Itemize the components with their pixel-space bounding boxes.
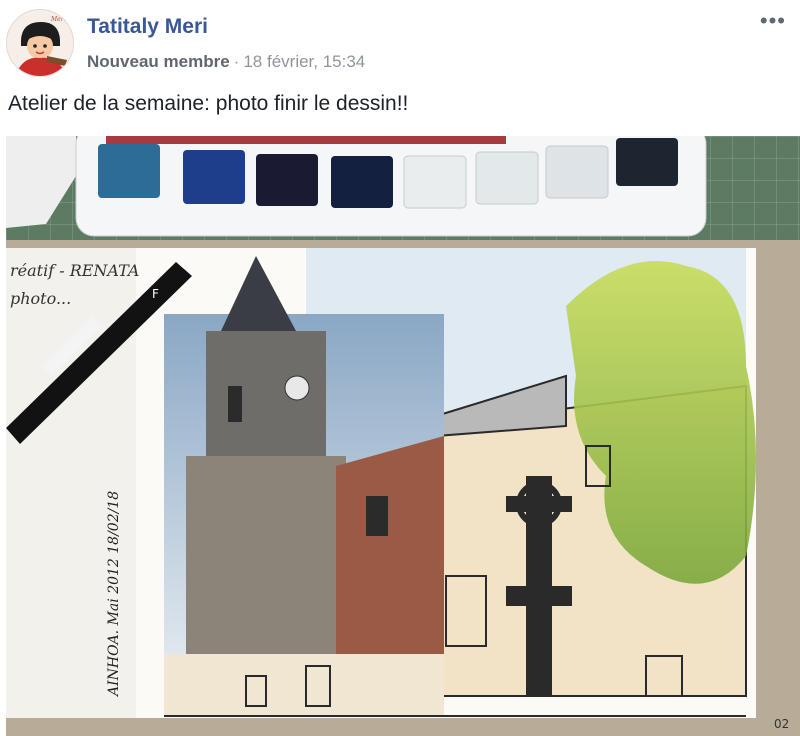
post-text: Atelier de la semaine: photo finir le de… [8, 92, 409, 115]
sketch-caption: AINHOA. Mai 2012 18/02/18 [106, 491, 122, 698]
meta-separator: · [233, 52, 240, 71]
svg-text:Meri: Meri [50, 16, 66, 23]
note-line-2: photo... [10, 289, 71, 308]
author-avatar[interactable]: Meri [6, 9, 74, 77]
more-options-icon[interactable]: ••• [760, 10, 786, 32]
church-photo-inset [164, 256, 444, 656]
pen-brand: F [152, 287, 159, 301]
post-photo[interactable]: réatif - RENATA photo... AINHOA. Mai 201… [6, 136, 800, 736]
ruler-number: 02 [774, 717, 789, 731]
author-name[interactable]: Tatitaly Meri [87, 15, 208, 39]
note-line-1: réatif - RENATA [10, 261, 139, 280]
post-timestamp[interactable]: 18 février, 15:34 [243, 52, 365, 71]
member-badge[interactable]: Nouveau membre [87, 52, 230, 71]
post-meta: Nouveau membre · 18 février, 15:34 [87, 52, 365, 72]
watercolor-palette [75, 136, 707, 237]
